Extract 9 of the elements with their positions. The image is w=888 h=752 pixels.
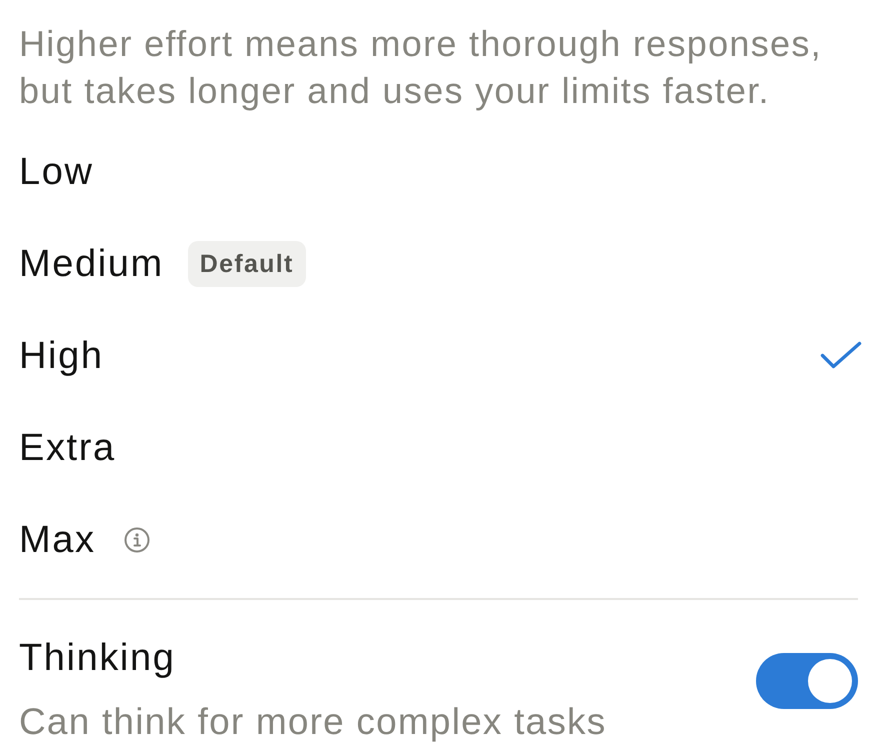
effort-option[interactable]: Extra <box>19 402 858 494</box>
thinking-description: Can think for more complex tasks <box>19 700 606 744</box>
effort-option[interactable]: High <box>19 310 858 402</box>
effort-option[interactable]: Low <box>19 126 858 218</box>
effort-description: Higher effort means more thorough responses, but takes longer and uses your limits faster. <box>19 22 823 113</box>
effort-option[interactable]: Medium Default <box>19 218 858 310</box>
default-badge: Default <box>188 241 306 287</box>
effort-option[interactable]: Max <box>19 494 858 586</box>
thinking-label: Thinking <box>19 636 176 681</box>
